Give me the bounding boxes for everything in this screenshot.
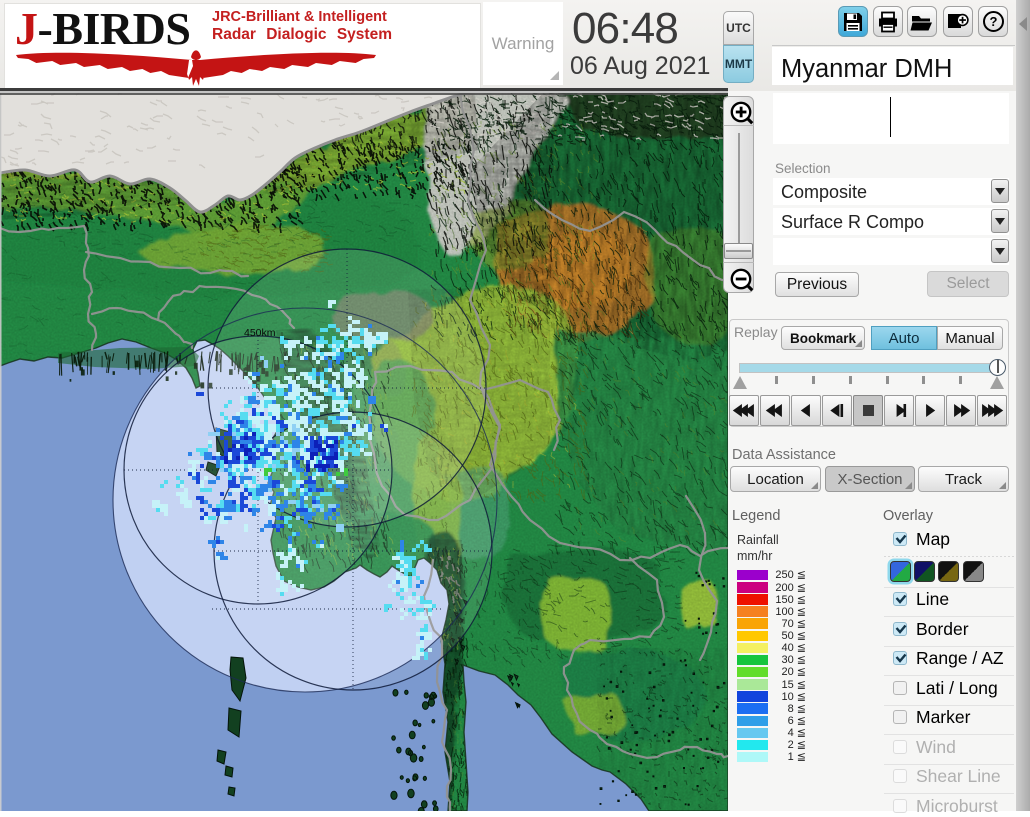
svg-text:?: ?	[989, 14, 997, 29]
svg-text:450km: 450km	[244, 327, 276, 339]
